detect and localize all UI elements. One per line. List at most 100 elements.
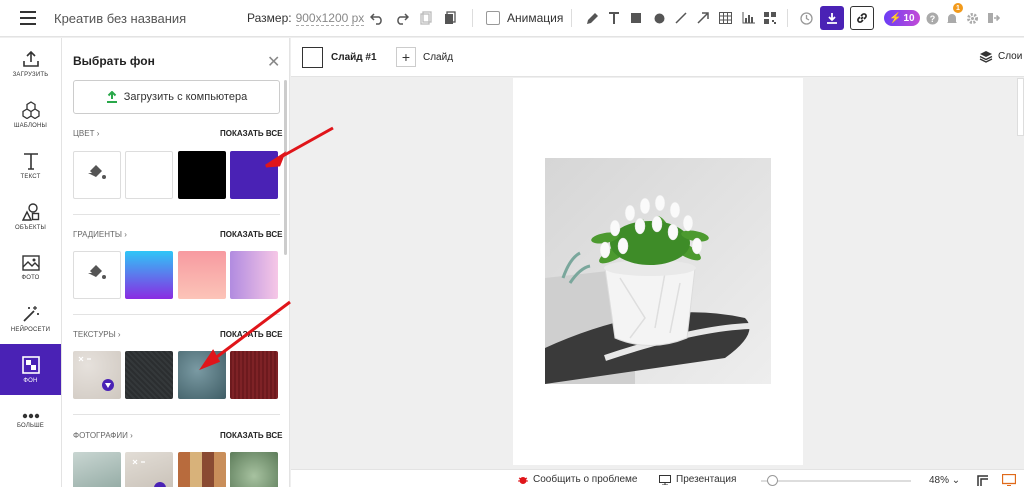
notification-badge: 1	[953, 3, 963, 13]
panel-title: Выбрать фон	[73, 54, 155, 68]
show-all-photos[interactable]: ПОКАЗАТЬ ВСЕ	[220, 431, 282, 440]
fullscreen-icon[interactable]	[1001, 472, 1017, 487]
panel-scrollbar[interactable]	[284, 80, 287, 255]
document-title[interactable]: Креатив без названия	[54, 11, 186, 26]
undo-icon[interactable]	[369, 10, 385, 26]
color-swatch-purple[interactable]	[230, 151, 278, 199]
zoom-slider-track[interactable]	[761, 480, 911, 482]
sidebar-item-ai[interactable]: Нейросети	[0, 293, 61, 344]
upload-arrow-icon	[106, 91, 117, 103]
sidebar-item-objects[interactable]: Объекты	[0, 191, 61, 242]
chart-icon[interactable]	[740, 10, 756, 26]
left-sidebar: Загрузить Шаблоны Текст Объекты Фото Ней…	[0, 38, 62, 487]
show-all-gradients[interactable]: ПОКАЗАТЬ ВСЕ	[220, 230, 282, 239]
zoom-slider-knob[interactable]	[766, 475, 778, 486]
presentation-icon	[659, 474, 671, 485]
section-divider	[73, 214, 280, 215]
magic-wand-icon	[22, 305, 39, 322]
sidebar-label: Загрузить	[12, 71, 49, 78]
presentation-button[interactable]: Презентация	[659, 474, 736, 485]
credits-badge[interactable]: ⚡ 10	[884, 10, 920, 26]
layers-button[interactable]: Слои	[979, 50, 1022, 63]
grid-guides-icon[interactable]	[974, 472, 990, 487]
top-toolbar: Креатив без названия Размер: 900x1200 px …	[0, 0, 1024, 37]
sidebar-label: Объекты	[14, 224, 47, 231]
section-divider	[73, 314, 280, 315]
sidebar-label: Нейросети	[10, 326, 51, 333]
section-color-label[interactable]: ЦВЕТ ›	[73, 129, 99, 138]
text-tool-icon[interactable]	[606, 10, 622, 26]
gradient-swatch-blue-purple[interactable]	[125, 251, 173, 299]
canvas-size[interactable]: Размер: 900x1200 px	[247, 11, 365, 26]
credits-count: 10	[903, 12, 915, 24]
line-icon[interactable]	[673, 10, 689, 26]
add-slide-label[interactable]: Слайд	[423, 52, 453, 63]
slide-thumbnail[interactable]	[302, 47, 323, 68]
animation-label: Анимация	[507, 11, 564, 25]
sidebar-item-upload[interactable]: Загрузить	[0, 38, 61, 89]
sidebar-item-photo[interactable]: Фото	[0, 242, 61, 293]
duplicate-icon[interactable]	[442, 10, 458, 26]
sidebar-item-text[interactable]: Текст	[0, 140, 61, 191]
show-all-textures[interactable]: ПОКАЗАТЬ ВСЕ	[220, 330, 282, 339]
photo-swatch-4[interactable]	[230, 452, 278, 487]
zoom-dropdown[interactable]: 48% ⌄	[929, 475, 960, 486]
table-icon[interactable]	[717, 10, 733, 26]
show-all-colors[interactable]: ПОКАЗАТЬ ВСЕ	[220, 129, 282, 138]
photo-swatch-2[interactable]	[125, 452, 173, 487]
toolbar-divider	[472, 9, 473, 27]
download-button[interactable]	[820, 6, 844, 30]
sidebar-item-templates[interactable]: Шаблоны	[0, 89, 61, 140]
add-slide-button[interactable]: +	[396, 47, 416, 67]
color-swatch-white[interactable]	[125, 151, 173, 199]
photo-icon	[21, 254, 40, 271]
gradient-picker-swatch[interactable]	[73, 251, 121, 299]
sidebar-item-more[interactable]: Больше	[0, 395, 61, 446]
history-icon[interactable]	[798, 10, 814, 26]
section-gradients-label[interactable]: ГРАДИЕНТЫ ›	[73, 230, 127, 239]
lightning-icon: ⚡	[889, 12, 902, 24]
texture-swatch-stone[interactable]	[73, 351, 121, 399]
logout-icon[interactable]	[985, 10, 1001, 26]
animation-checkbox[interactable]	[486, 11, 500, 25]
presentation-label: Презентация	[676, 474, 737, 485]
arrow-icon[interactable]	[695, 10, 711, 26]
photo-swatch-1[interactable]	[73, 452, 121, 487]
report-label: Сообщить о проблеме	[533, 474, 638, 485]
gradient-swatch-pink[interactable]	[178, 251, 226, 299]
qr-code-icon[interactable]	[762, 10, 778, 26]
section-divider	[73, 414, 280, 415]
photo-swatch-3[interactable]	[178, 452, 226, 487]
slide-name[interactable]: Слайд #1	[331, 52, 377, 63]
share-link-button[interactable]	[850, 6, 874, 30]
size-label: Размер:	[247, 11, 292, 25]
circle-icon[interactable]	[651, 10, 667, 26]
size-value[interactable]: 900x1200 px	[295, 11, 365, 26]
settings-icon[interactable]	[964, 10, 980, 26]
color-picker-swatch[interactable]	[73, 151, 121, 199]
more-icon	[22, 413, 39, 418]
gradient-swatch-lavender[interactable]	[230, 251, 278, 299]
redo-icon[interactable]	[394, 10, 410, 26]
texture-swatch-teal[interactable]	[178, 351, 226, 399]
sidebar-item-background[interactable]: Фон	[0, 344, 61, 395]
background-panel: Выбрать фон ✕ Загрузить с компьютера ЦВЕ…	[62, 38, 290, 487]
copy-icon[interactable]	[418, 10, 434, 26]
sidebar-label: Фото	[21, 274, 40, 281]
canvas-photo[interactable]	[545, 158, 771, 384]
right-panel-toggle[interactable]	[1017, 78, 1024, 136]
toolbar-divider	[787, 9, 788, 27]
menu-icon[interactable]	[20, 11, 36, 25]
upload-from-computer-button[interactable]: Загрузить с компьютера	[73, 80, 280, 114]
color-swatch-black[interactable]	[178, 151, 226, 199]
texture-swatch-red[interactable]	[230, 351, 278, 399]
templates-icon	[21, 100, 40, 119]
texture-swatch-dark[interactable]	[125, 351, 173, 399]
close-icon[interactable]: ✕	[267, 52, 280, 72]
section-photos-label[interactable]: ФОТОГРАФИИ ›	[73, 431, 133, 440]
square-icon[interactable]	[628, 10, 644, 26]
report-problem-button[interactable]: Сообщить о проблеме	[518, 474, 637, 485]
section-textures-label[interactable]: ТЕКСТУРЫ ›	[73, 330, 121, 339]
help-icon[interactable]: ?	[924, 10, 940, 26]
pencil-icon[interactable]	[584, 10, 600, 26]
